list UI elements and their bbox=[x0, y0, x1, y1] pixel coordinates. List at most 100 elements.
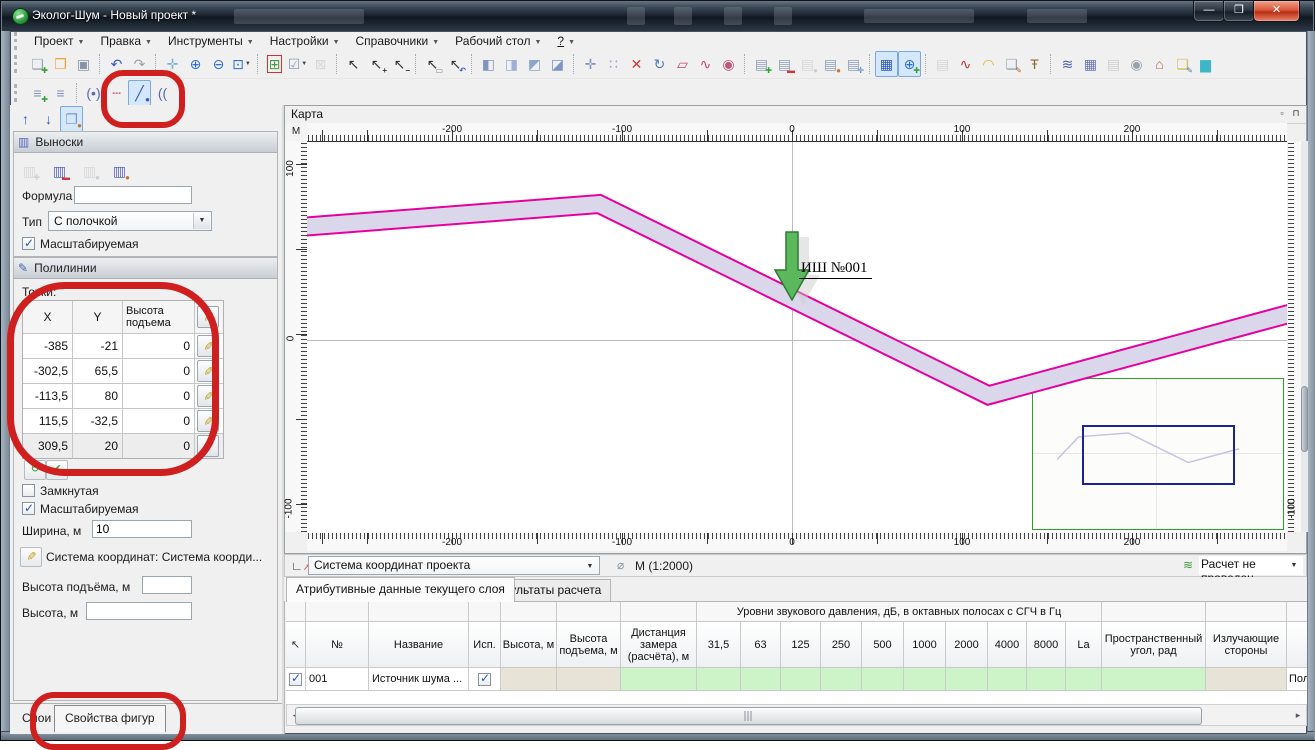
menu-edit[interactable]: Правка▼ bbox=[92, 33, 159, 50]
move-shape-icon[interactable]: ✛ bbox=[579, 51, 602, 77]
open-project-icon[interactable]: ❒ bbox=[49, 51, 72, 77]
point-row[interactable]: -302,5 65,5 0 ✎ bbox=[23, 358, 223, 383]
point-up-button[interactable]: ↻ bbox=[24, 460, 46, 480]
undo-icon[interactable]: ↶ bbox=[105, 51, 128, 77]
levels-icon[interactable]: ≋ bbox=[1056, 51, 1079, 77]
chevron-down-icon[interactable]: ▼ bbox=[1286, 557, 1302, 574]
cursor-rect-icon[interactable]: ↖▭ bbox=[421, 51, 444, 77]
closed-checkbox[interactable] bbox=[22, 484, 35, 497]
map-vertical-scrollbar[interactable] bbox=[1301, 141, 1308, 532]
data-cell[interactable] bbox=[469, 668, 501, 691]
callout-view-icon[interactable]: ▥● bbox=[78, 158, 101, 184]
column-header[interactable]: 250 bbox=[821, 622, 862, 668]
dock-top-icon[interactable]: ↑ bbox=[14, 106, 37, 132]
menu-references[interactable]: Справочники▼ bbox=[348, 33, 448, 50]
column-header[interactable]: № bbox=[306, 622, 369, 668]
point-row[interactable]: 115,5 -32,5 0 ✎ bbox=[23, 408, 223, 433]
menu-settings[interactable]: Настройки▼ bbox=[262, 33, 348, 50]
point-height-cell[interactable]: 0 bbox=[123, 409, 195, 433]
column-header[interactable]: 2000 bbox=[946, 622, 988, 668]
redo-icon[interactable]: ↷ bbox=[128, 51, 151, 77]
callout-add-icon[interactable]: ▥✚ bbox=[18, 158, 41, 184]
close-button[interactable]: ✕ bbox=[1253, 1, 1300, 22]
column-header[interactable]: Излучающие стороны bbox=[1206, 622, 1287, 668]
wall-icon[interactable]: ▤ bbox=[1102, 51, 1125, 77]
data-cell[interactable] bbox=[862, 668, 904, 691]
column-header[interactable]: 4000 bbox=[988, 622, 1027, 668]
chevron-down-icon[interactable]: ▼ bbox=[193, 213, 210, 229]
point-y-cell[interactable]: 65,5 bbox=[73, 359, 123, 383]
data-cell[interactable] bbox=[946, 668, 988, 691]
point-row[interactable]: -385 -21 0 ✎ bbox=[23, 333, 223, 358]
point-edit-button[interactable]: ✎ bbox=[197, 410, 219, 432]
data-cell[interactable]: Источник шума ... bbox=[369, 668, 469, 691]
scales-icon[interactable]: Ŧ bbox=[1023, 51, 1046, 77]
zoom-in-icon[interactable]: ⊕ bbox=[184, 51, 207, 77]
menu-desktop[interactable]: Рабочий стол▼ bbox=[447, 33, 549, 50]
zoom-extent-icon[interactable]: ⊡▼ bbox=[230, 51, 253, 77]
restore-panel-icon[interactable]: ▫ bbox=[1276, 108, 1288, 120]
callout-remove-icon[interactable]: ▥▬ bbox=[48, 158, 71, 184]
column-header-edit[interactable]: ✎ bbox=[195, 301, 221, 333]
profile-chart-icon[interactable]: ∿ bbox=[954, 51, 977, 77]
dock-bottom-icon[interactable]: ↓ bbox=[37, 106, 60, 132]
data-cell[interactable] bbox=[1066, 668, 1102, 691]
data-cell[interactable] bbox=[501, 668, 557, 691]
car-icon[interactable]: ▆ bbox=[1194, 51, 1217, 77]
data-cell[interactable] bbox=[741, 668, 781, 691]
arc-source-icon[interactable]: (( bbox=[151, 80, 174, 106]
toolbar-grip[interactable] bbox=[14, 84, 20, 102]
tab-figure-properties[interactable]: Свойства фигур bbox=[54, 705, 166, 732]
point-x-cell[interactable]: -385 bbox=[23, 334, 73, 358]
column-header[interactable]: Пространственный угол, рад bbox=[1102, 622, 1206, 668]
map-canvas[interactable]: ИШ №001 bbox=[307, 141, 1287, 533]
save-project-icon[interactable]: ▣ bbox=[72, 51, 95, 77]
data-cell[interactable] bbox=[1027, 668, 1066, 691]
rotate-shape-icon[interactable]: ↻ bbox=[648, 51, 671, 77]
point-x-cell[interactable]: 309,5 bbox=[23, 434, 73, 458]
helmet-icon[interactable]: ◠ bbox=[977, 51, 1000, 77]
selector-column-header[interactable]: ↖ bbox=[286, 622, 306, 668]
column-header[interactable]: Исп. bbox=[469, 622, 501, 668]
point-y-cell[interactable]: 20 bbox=[73, 434, 123, 458]
grid-horizontal-scrollbar[interactable]: ◂ ▸ bbox=[286, 704, 1307, 726]
point-edit-button[interactable]: ✎ bbox=[197, 385, 219, 407]
cursor-add-icon[interactable]: ↖+ bbox=[365, 51, 388, 77]
width-input[interactable] bbox=[92, 520, 192, 538]
cursor-return-icon[interactable]: ↖↶ bbox=[444, 51, 467, 77]
callout-type-combo[interactable]: С полочкой ▼ bbox=[48, 211, 212, 231]
point-y-cell[interactable]: -21 bbox=[73, 334, 123, 358]
zoom-out-icon[interactable]: ⊖ bbox=[207, 51, 230, 77]
shape-intersect-icon[interactable]: ◨ bbox=[500, 51, 523, 77]
zoom-add-icon[interactable]: ⊕✚ bbox=[898, 51, 921, 77]
scrollbar-thumb[interactable] bbox=[1301, 386, 1308, 452]
column-header[interactable]: 63 bbox=[741, 622, 781, 668]
data-cell[interactable] bbox=[1102, 668, 1206, 691]
polyline-source-icon[interactable]: ╱● bbox=[128, 80, 151, 106]
point-x-cell[interactable]: -113,5 bbox=[23, 384, 73, 408]
new-project-icon[interactable]: ❏✚ bbox=[26, 51, 49, 77]
column-header[interactable]: 1000 bbox=[904, 622, 946, 668]
data-cell[interactable] bbox=[988, 668, 1027, 691]
row-checkbox[interactable] bbox=[478, 673, 491, 686]
map-panel-header[interactable]: Карта ▫ ⊓ bbox=[285, 106, 1306, 124]
data-cell[interactable]: Пол bbox=[1287, 668, 1307, 691]
point-height-cell[interactable]: 0 bbox=[123, 384, 195, 408]
caption-move-icon[interactable]: ▤✛ bbox=[842, 51, 865, 77]
cursor-remove-icon[interactable]: ↖− bbox=[388, 51, 411, 77]
column-header-y[interactable]: Y bbox=[73, 301, 123, 333]
data-cell[interactable] bbox=[286, 668, 306, 691]
check-feature-icon[interactable]: ☑▼ bbox=[286, 51, 309, 77]
column-header[interactable]: 8000 bbox=[1027, 622, 1066, 668]
note-edit-icon[interactable]: ❏✎ bbox=[1171, 51, 1194, 77]
point-edit-button[interactable]: ✎ bbox=[197, 360, 219, 382]
caption-remove-icon[interactable]: ▤▬ bbox=[773, 51, 796, 77]
caption-view-icon[interactable]: ▤● bbox=[796, 51, 819, 77]
toolbar-grip[interactable] bbox=[14, 32, 20, 50]
scroll-right-icon[interactable]: ▸ bbox=[1290, 705, 1306, 725]
polygon-tool-icon[interactable]: ▱ bbox=[671, 51, 694, 77]
point-y-cell[interactable]: 80 bbox=[73, 384, 123, 408]
sphere-noise-icon[interactable]: ◉ bbox=[1125, 51, 1148, 77]
menu-help[interactable]: ?▼ bbox=[549, 33, 583, 50]
noise-source-label[interactable]: ИШ №001 bbox=[799, 260, 872, 279]
